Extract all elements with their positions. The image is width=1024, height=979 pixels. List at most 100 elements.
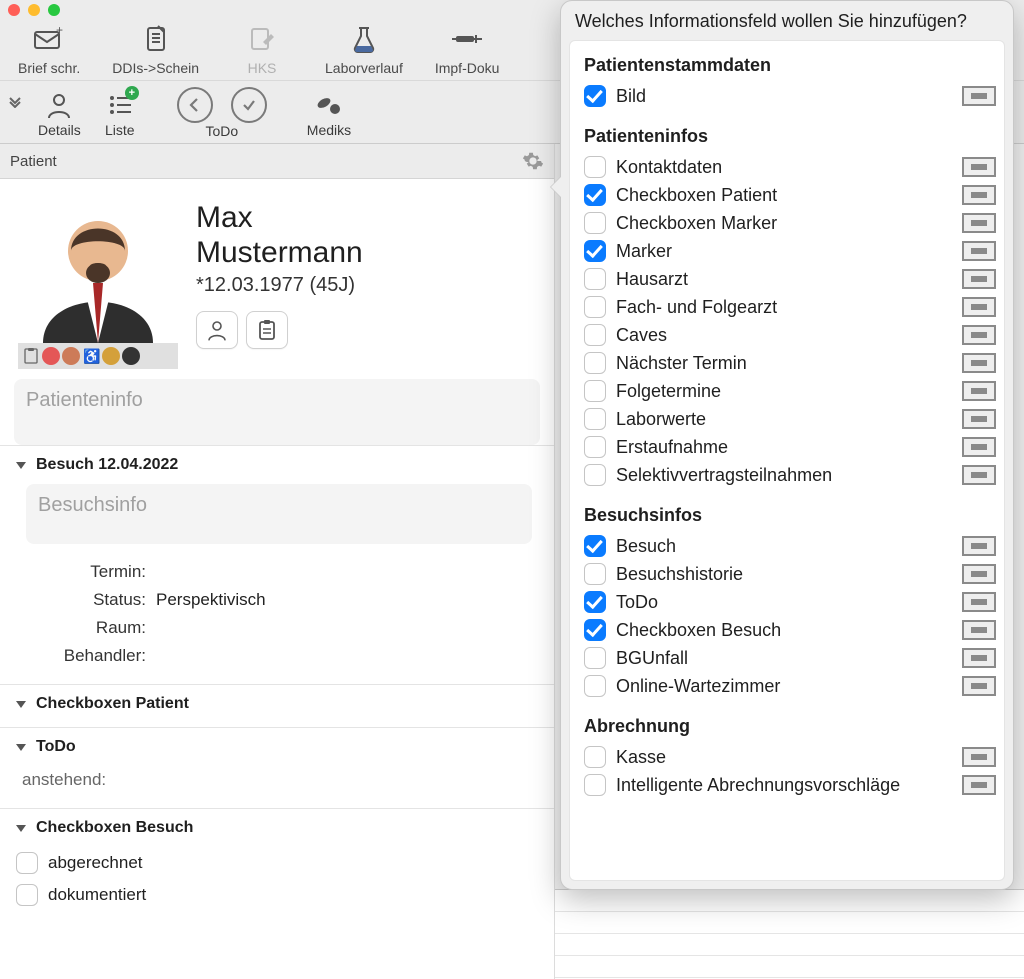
status-chip[interactable] xyxy=(122,347,140,365)
field-preview-icon[interactable] xyxy=(962,185,996,205)
popover-group-title: Patientenstammdaten xyxy=(584,55,996,76)
field-preview-icon[interactable] xyxy=(962,353,996,373)
popover-group-title: Abrechnung xyxy=(584,716,996,737)
popover-item-label: Online-Wartezimmer xyxy=(616,676,780,697)
checkbox[interactable] xyxy=(584,535,606,557)
checkboxen-patient-section: Checkboxen Patient xyxy=(0,684,554,727)
checkbox[interactable] xyxy=(584,436,606,458)
field-preview-icon[interactable] xyxy=(962,775,996,795)
field-preview-icon[interactable] xyxy=(962,620,996,640)
checkbox[interactable] xyxy=(584,647,606,669)
toolbar-mail-button[interactable]: +Brief schr. xyxy=(18,22,80,76)
popover-item: Kontaktdaten xyxy=(584,153,996,181)
list-button[interactable]: + Liste xyxy=(95,86,145,138)
field-preview-icon[interactable] xyxy=(962,465,996,485)
visit-section: Besuch 12.04.2022 Besuchsinfo Termin:Sta… xyxy=(0,445,554,684)
toolbar-syringe-button[interactable]: Impf-Doku xyxy=(435,22,500,76)
visit-row: Status:Perspektivisch xyxy=(26,586,532,614)
close-window-button[interactable] xyxy=(8,4,20,16)
checkbox[interactable] xyxy=(584,464,606,486)
checkbox[interactable] xyxy=(584,212,606,234)
status-chip[interactable] xyxy=(102,347,120,365)
popover-item-label: Kontaktdaten xyxy=(616,157,722,178)
field-preview-icon[interactable] xyxy=(962,213,996,233)
field-preview-icon[interactable] xyxy=(962,536,996,556)
field-preview-icon[interactable] xyxy=(962,747,996,767)
checkbox[interactable] xyxy=(584,619,606,641)
field-preview-icon[interactable] xyxy=(962,269,996,289)
popover-item: Checkboxen Marker xyxy=(584,209,996,237)
contact-button[interactable] xyxy=(196,311,238,349)
popover-item: Hausarzt xyxy=(584,265,996,293)
toolbar-flask-button[interactable]: Laborverlauf xyxy=(325,22,403,76)
patient-name: Max Mustermann xyxy=(196,201,363,270)
checkbox[interactable] xyxy=(584,240,606,262)
popover-item-label: Besuch xyxy=(616,536,676,557)
checkbox[interactable] xyxy=(584,184,606,206)
mediks-label: Mediks xyxy=(307,122,351,138)
checkbox[interactable] xyxy=(584,563,606,585)
field-preview-icon[interactable] xyxy=(962,564,996,584)
popover-scroll[interactable]: PatientenstammdatenBildPatienteninfosKon… xyxy=(569,40,1005,881)
field-preview-icon[interactable] xyxy=(962,409,996,429)
field-preview-icon[interactable] xyxy=(962,648,996,668)
wheelchair-icon[interactable]: ♿ xyxy=(82,347,100,365)
field-preview-icon[interactable] xyxy=(962,241,996,261)
todo-circle-button[interactable] xyxy=(231,87,267,123)
checkbox[interactable] xyxy=(584,408,606,430)
checkbox[interactable] xyxy=(584,352,606,374)
visit-header[interactable]: Besuch 12.04.2022 xyxy=(16,456,538,474)
todo-header[interactable]: ToDo xyxy=(16,738,538,756)
checkbox[interactable] xyxy=(16,884,38,906)
clipboard-button[interactable] xyxy=(246,311,288,349)
field-preview-icon[interactable] xyxy=(962,381,996,401)
field-preview-icon[interactable] xyxy=(962,592,996,612)
list-plus-icon: + xyxy=(103,88,137,122)
field-preview-icon[interactable] xyxy=(962,325,996,345)
checkbox[interactable] xyxy=(584,774,606,796)
field-preview-icon[interactable] xyxy=(962,86,996,106)
popover-item: ToDo xyxy=(584,588,996,616)
checkbox[interactable] xyxy=(16,852,38,874)
status-chip[interactable] xyxy=(62,347,80,365)
popover-item-label: Selektivvertragsteilnahmen xyxy=(616,465,832,486)
status-chip[interactable] xyxy=(42,347,60,365)
todo-label: ToDo xyxy=(205,123,238,139)
toolbar-doc-button[interactable]: DDIs->Schein xyxy=(112,22,199,76)
clipboard-icon[interactable] xyxy=(22,347,40,365)
back-button[interactable] xyxy=(177,87,213,123)
patienteninfo-placeholder: Patienteninfo xyxy=(26,389,143,411)
patienteninfo-box[interactable]: Patienteninfo xyxy=(14,379,540,445)
popover-item-label: Marker xyxy=(616,241,672,262)
checkbox-row: abgerechnet xyxy=(16,847,538,879)
checkbox-label: abgerechnet xyxy=(48,853,143,873)
checkbox[interactable] xyxy=(584,296,606,318)
patient-avatar[interactable] xyxy=(23,193,173,343)
field-preview-icon[interactable] xyxy=(962,676,996,696)
mediks-button[interactable]: Mediks xyxy=(299,86,359,138)
checkbox[interactable] xyxy=(584,268,606,290)
svg-text:+: + xyxy=(56,24,63,37)
clipboard-icon xyxy=(256,319,278,341)
details-button[interactable]: Details xyxy=(30,86,89,138)
gear-icon[interactable] xyxy=(522,150,544,172)
maximize-window-button[interactable] xyxy=(48,4,60,16)
field-preview-icon[interactable] xyxy=(962,437,996,457)
checkbox[interactable] xyxy=(584,324,606,346)
field-preview-icon[interactable] xyxy=(962,157,996,177)
checkbox[interactable] xyxy=(584,591,606,613)
checkbox[interactable] xyxy=(584,380,606,402)
visit-info-placeholder: Besuchsinfo xyxy=(38,494,147,516)
checkbox[interactable] xyxy=(584,675,606,697)
checkbox[interactable] xyxy=(584,746,606,768)
visit-row-key: Status: xyxy=(26,590,146,610)
popover-item-label: Erstaufnahme xyxy=(616,437,728,458)
checkboxen-besuch-header[interactable]: Checkboxen Besuch xyxy=(16,819,538,837)
checkbox[interactable] xyxy=(584,85,606,107)
minimize-window-button[interactable] xyxy=(28,4,40,16)
checkboxen-patient-header[interactable]: Checkboxen Patient xyxy=(16,695,538,713)
field-preview-icon[interactable] xyxy=(962,297,996,317)
checkbox[interactable] xyxy=(584,156,606,178)
panel-collapse-handle[interactable] xyxy=(6,92,24,132)
visit-info-box[interactable]: Besuchsinfo xyxy=(26,484,532,544)
